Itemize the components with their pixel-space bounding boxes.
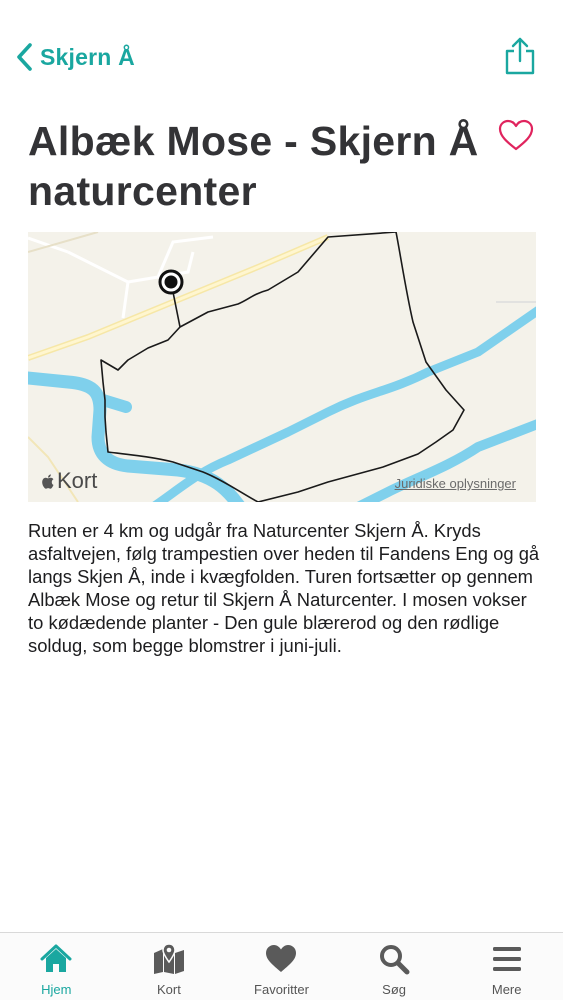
map-logo-label: Kort: [57, 468, 98, 493]
route-map[interactable]: Kort Juridiske oplysninger: [28, 232, 536, 502]
map-attribution-logo: Kort: [40, 468, 97, 494]
home-icon: [40, 944, 72, 972]
share-icon[interactable]: [502, 36, 538, 76]
tab-more[interactable]: Mere: [450, 933, 563, 1000]
page-title: Albæk Mose - Skjern Å naturcenter: [28, 118, 479, 214]
navigation-bar: Skjern Å: [0, 0, 563, 100]
tab-favorites-label: Favoritter: [254, 982, 309, 997]
chevron-left-icon: [17, 43, 32, 71]
apple-logo-icon: [42, 473, 54, 489]
map-icon: [153, 943, 184, 974]
back-button-label: Skjern Å: [40, 43, 135, 70]
tab-map[interactable]: Kort: [113, 933, 226, 1000]
tab-search[interactable]: Søg: [338, 933, 451, 1000]
heart-icon: [266, 945, 297, 972]
legal-info-link[interactable]: Juridiske oplysninger: [395, 476, 516, 491]
start-marker: [158, 269, 184, 295]
back-button[interactable]: Skjern Å: [14, 40, 135, 74]
route-description: Ruten er 4 km og udgår fra Naturcenter S…: [28, 520, 540, 656]
tab-more-label: Mere: [491, 982, 522, 997]
tab-favorites[interactable]: Favoritter: [225, 933, 338, 1000]
tab-map-label: Kort: [156, 982, 181, 997]
menu-icon: [492, 947, 521, 971]
tab-home[interactable]: Hjem: [0, 933, 113, 1000]
tab-bar: Hjem Kort Favoritter Søg Mere: [0, 932, 563, 1000]
search-icon: [380, 945, 410, 975]
favorite-heart-icon[interactable]: [497, 118, 535, 152]
tab-search-label: Søg: [382, 982, 406, 997]
tab-home-label: Hjem: [41, 982, 72, 997]
map-canvas: [28, 232, 536, 502]
